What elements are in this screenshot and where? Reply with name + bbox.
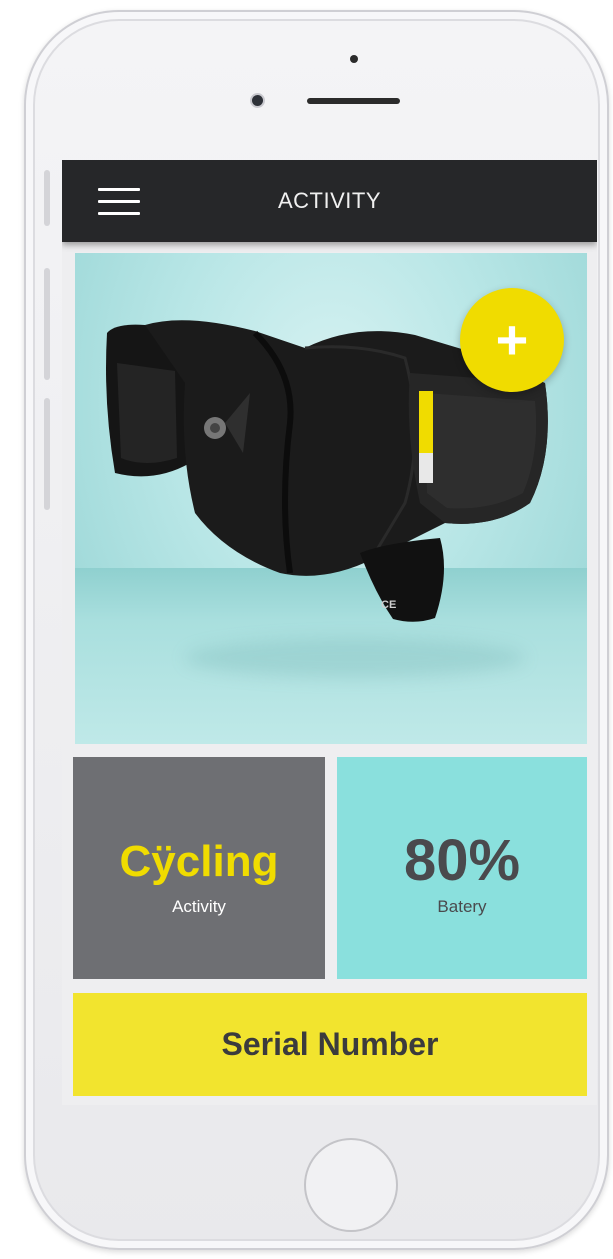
battery-tile[interactable]: 80% Batery <box>337 757 587 979</box>
battery-value: 80% <box>403 828 521 893</box>
product-image: CE + <box>75 253 587 744</box>
activity-label: Activity <box>172 897 226 916</box>
add-button[interactable]: + <box>460 288 564 392</box>
battery-label: Batery <box>437 897 487 916</box>
earpiece-speaker <box>307 98 400 104</box>
page-title: ACTIVITY <box>277 188 381 213</box>
activity-value: Cÿcling <box>119 837 279 886</box>
plus-icon: + <box>495 308 529 371</box>
serial-number-button[interactable]: Serial Number <box>73 993 587 1096</box>
top-bar: ACTIVITY <box>62 160 597 242</box>
volume-down-button <box>44 398 50 510</box>
front-camera <box>252 95 263 106</box>
volume-up-button <box>44 268 50 380</box>
serial-number-label: Serial Number <box>221 1026 439 1062</box>
activity-tile[interactable]: Cÿcling Activity <box>73 757 325 979</box>
home-button[interactable] <box>304 1138 398 1232</box>
svg-text:CE: CE <box>381 599 396 611</box>
sensor-dot <box>350 55 358 63</box>
mute-switch <box>44 170 50 226</box>
app-screen: ACTIVITY CE + Cÿcling Activity 80% Bater… <box>62 160 597 1105</box>
